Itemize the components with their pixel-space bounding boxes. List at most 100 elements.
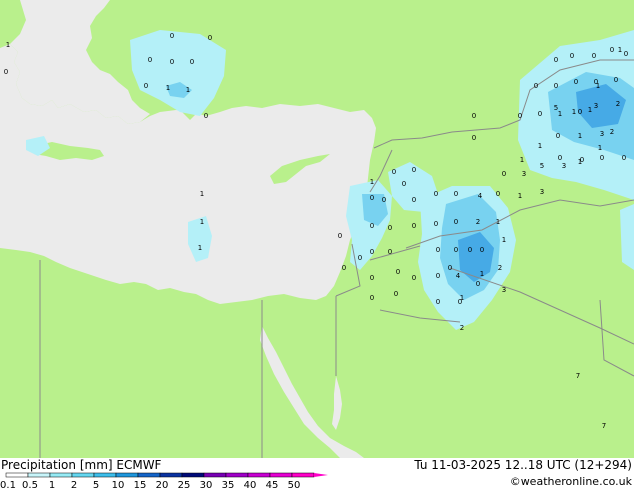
precip-value-label: 0 [190,58,194,66]
precip-value-label: 1 [200,218,204,226]
precip-value-label: 0 [624,50,628,58]
precip-value-label: 3 [594,102,598,110]
precip-value-label: 1 [480,270,484,278]
precip-value-label: 0 [370,222,374,230]
precip-value-label: 1 [520,156,524,164]
precip-value-label: 1 [186,86,190,94]
precip-value-label: 2 [610,128,614,136]
precip-value-label: 1 [166,84,170,92]
precip-value-label: 0 [388,248,392,256]
legend-arrow [314,473,328,477]
precip-value-label: 0 [412,274,416,282]
precip-value-label: 0 [436,272,440,280]
precip-value-label: 4 [456,272,461,280]
precip-value-label: 1 [502,236,506,244]
precip-value-label: 0 [394,290,398,298]
precip-value-label: 2 [498,264,502,272]
legend-tick-label: 20 [156,480,169,490]
precip-value-label: 0 [534,82,538,90]
legend-swatch [291,472,315,478]
precip-value-label: 1 [518,192,522,200]
precip-value-label: 0 [370,294,374,302]
legend-swatch [27,472,51,478]
precip-value-label: 0 [578,108,582,116]
valid-time: Tu 11-03-2025 12..18 UTC (12+294) [414,458,632,472]
precip-value-label: 7 [576,372,580,380]
precip-value-label: 1 [6,41,10,49]
precip-value-label: 0 [502,170,506,178]
legend-swatch [269,472,293,478]
legend-swatch [71,472,95,478]
legend-tick-label: 35 [222,480,235,490]
precip-value-label: 0 [412,222,416,230]
copyright-link[interactable]: ©weatheronline.co.uk [510,475,632,488]
precip-value-label: 0 [556,132,560,140]
precip-value-label: 2 [460,324,464,332]
precip-value-label: 2 [476,218,480,226]
precip-value-label: 1 [200,190,204,198]
precip-value-label: 0 [480,246,484,254]
precip-value-label: 0 [600,154,604,162]
precip-value-label: 1 [578,158,582,166]
precip-value-label: 0 [472,134,476,142]
legend-tick-label: 10 [112,480,125,490]
precip-value-label: 1 [198,244,202,252]
legend-swatch [5,472,29,478]
legend-swatch [137,472,161,478]
precip-value-label: 0 [370,248,374,256]
legend-tick-label: 40 [244,480,257,490]
precip-value-label: 1 [572,108,576,116]
precip-value-label: 0 [412,166,416,174]
precip-value-label: 0 [402,180,406,188]
precip-value-label: 0 [436,298,440,306]
precip-value-label: 0 [622,154,626,162]
precip-value-label: 1 [618,46,622,54]
precip-value-label: 3 [600,130,604,138]
precip-value-label: 0 [392,168,396,176]
precip-value-label: 1 [460,294,464,302]
precip-value-label: 0 [448,264,452,272]
precip-value-label: 0 [476,280,480,288]
precip-value-label: 0 [358,254,362,262]
precip-value-label: 0 [592,52,596,60]
precip-value-label: 0 [144,82,148,90]
precip-value-label: 0 [554,56,558,64]
precip-value-label: 1 [578,132,582,140]
legend-tick-label: 5 [93,480,99,490]
legend-swatch [159,472,183,478]
precip-value-label: 3 [540,188,544,196]
precip-value-label: 4 [478,192,483,200]
precip-value-label: 2 [616,100,620,108]
precip-value-label: 0 [382,196,386,204]
precip-value-label: 1 [596,82,600,90]
legend-swatch [203,472,227,478]
precip-value-label: 0 [204,112,208,120]
precip-value-label: 0 [370,274,374,282]
legend-tick-label: 45 [266,480,279,490]
precip-value-label: 0 [4,68,8,76]
legend-tick-label: 0.1 [0,480,16,490]
precip-value-label: 3 [562,162,566,170]
precip-value-label: 0 [454,190,458,198]
map-canvas: 0100 0 0010 101110 04 0000 00000 0 00 0000 00 00002… [0,0,634,458]
precip-value-label: 1 [538,142,542,150]
precip-value-label: 0 [170,32,174,40]
precip-value-label: 0 [558,154,562,162]
precip-value-label: 1 [558,110,562,118]
precip-value-label: 0 [454,218,458,226]
precip-value-label: 1 [370,178,374,186]
precip-value-label: 0 [436,246,440,254]
legend-swatch [115,472,139,478]
precip-value-label: 7 [602,422,606,430]
precip-value-label: 0 [342,264,346,272]
precip-value-label: 0 [338,232,342,240]
precip-value-label: 0 [370,194,374,202]
color-legend: 0.1 0.5 1 2 5 10 15 20 25 30 35 40 45 50 [0,472,328,490]
precip-value-label: 0 [454,246,458,254]
precip-value-label: 0 [518,112,522,120]
legend-tick-label: 0.5 [22,480,38,490]
precip-value-label: 0 [610,46,614,54]
legend-tick-label: 30 [200,480,213,490]
precip-value-label: 0 [396,268,400,276]
precip-value-label: 0 [574,78,578,86]
